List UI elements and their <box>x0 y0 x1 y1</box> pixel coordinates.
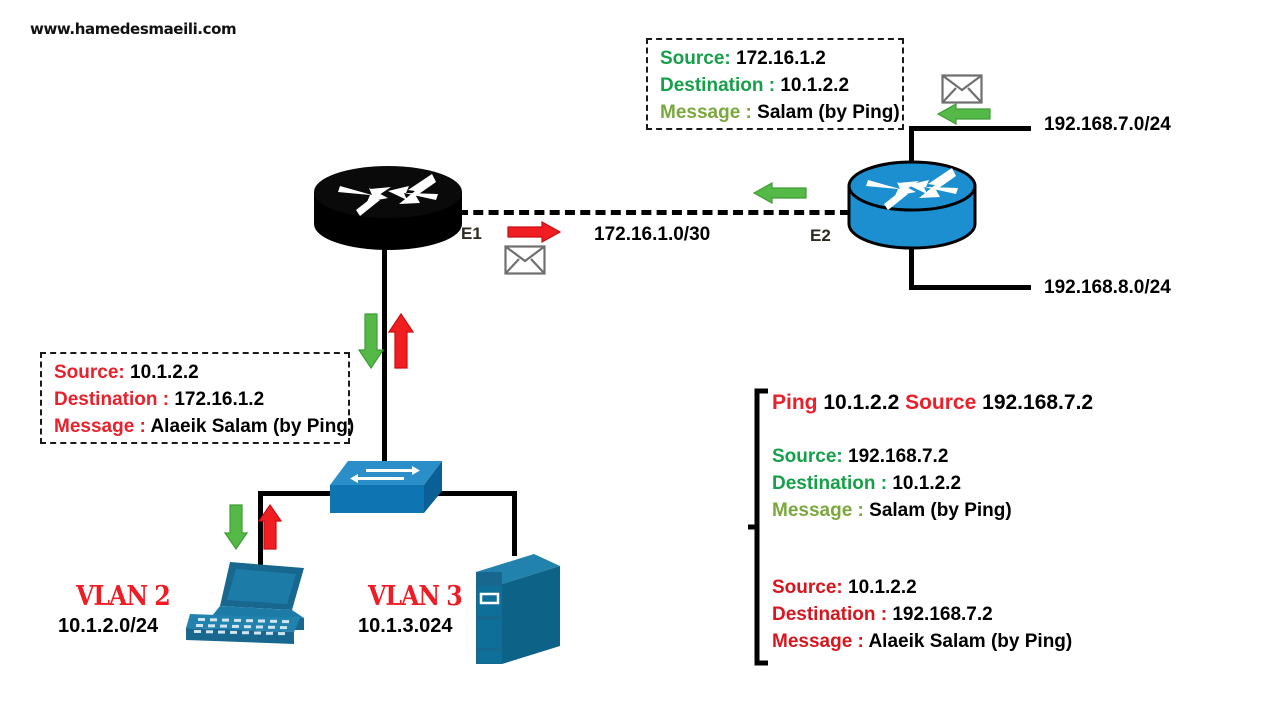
flow-arrow-red-trunk <box>387 312 415 370</box>
packet-row-destination: Destination : 10.1.2.2 <box>660 73 890 100</box>
ping-heading-keyword: Ping <box>772 391 818 414</box>
packet-row-value: Salam (by Ping) <box>869 499 1012 521</box>
flow-arrow-red-access <box>257 503 283 551</box>
network-diagram-canvas: www.hamedesmaeili.com E1 E2 172.16.1.0/3… <box>0 0 1280 720</box>
blue-router-icon <box>847 160 977 250</box>
access-switch[interactable] <box>326 455 446 527</box>
packet-row-message: Message : Salam (by Ping) <box>660 100 900 127</box>
ping-heading-source-keyword: Source <box>905 391 977 414</box>
packet-row-label: Message : <box>660 101 752 123</box>
arrow-right-red <box>507 220 562 244</box>
packet-row-label: Source: <box>772 445 843 467</box>
server-icon <box>476 554 560 664</box>
arrow-down-green <box>223 504 249 551</box>
packet-row-source: Source: 192.168.7.2 <box>772 444 1102 471</box>
packet-row-value: 10.1.2.2 <box>892 472 962 494</box>
ping-detail-bracket <box>748 388 770 666</box>
vlan2-title: VLAN 2 <box>76 581 171 612</box>
packet-row-value: 172.16.1.2 <box>736 48 826 69</box>
server-host[interactable] <box>472 550 564 668</box>
flow-arrow-red-e1 <box>506 220 562 244</box>
ping-detail-panel: Ping 10.1.2.2 Source 192.168.7.2 Source:… <box>772 388 1102 656</box>
ping-reply-block: Source: 10.1.2.2 Destination : 192.168.7… <box>772 575 1102 656</box>
packet-row-destination: Destination : 10.1.2.2 <box>772 471 1102 498</box>
packet-row-destination: Destination : 192.168.7.2 <box>772 602 1102 629</box>
left-packet-box: Source: 10.1.2.2 Destination : 172.16.1.… <box>40 352 354 444</box>
packet-row-label: Source: <box>660 48 731 69</box>
interface-label-e2: E2 <box>810 226 831 245</box>
net-lower-label: 192.168.8.0/24 <box>1044 277 1171 298</box>
black-router[interactable] <box>312 162 464 254</box>
packet-row-value: 172.16.1.2 <box>174 388 265 410</box>
link-switch-to-laptop-h <box>258 491 336 496</box>
packet-row-label: Destination : <box>660 74 776 96</box>
flow-arrow-green-wan <box>936 102 992 126</box>
packet-row-label: Destination : <box>772 472 888 494</box>
envelope-glyph <box>504 245 546 275</box>
envelope-icon-wan <box>941 74 983 104</box>
vlan3-subnet: 10.1.3.024 <box>358 615 453 637</box>
ping-heading-target: 10.1.2.2 <box>823 391 900 414</box>
black-router-icon <box>314 166 462 250</box>
packet-row-source: Source: 172.16.1.2 <box>660 46 890 73</box>
packet-row-source: Source: 10.1.2.2 <box>772 575 1102 602</box>
packet-row-value: 10.1.2.2 <box>130 362 199 383</box>
wan-link-label: 172.16.1.0/30 <box>594 224 711 245</box>
vlan3-title: VLAN 3 <box>368 581 463 612</box>
top-packet-box: Source: 172.16.1.2 Destination : 10.1.2.… <box>646 38 904 130</box>
link-bluerouter-up-h <box>909 126 1031 131</box>
ping-heading-source-value: 192.168.7.2 <box>982 391 1094 414</box>
blue-router[interactable] <box>846 158 978 254</box>
arrow-left-green <box>936 102 991 126</box>
packet-row-destination: Destination : 172.16.1.2 <box>54 387 336 414</box>
packet-row-message: Message : Salam (by Ping) <box>772 498 1102 525</box>
ping-heading: Ping 10.1.2.2 Source 192.168.7.2 <box>772 388 1102 418</box>
packet-row-value: 10.1.2.2 <box>848 576 917 598</box>
packet-row-label: Source: <box>772 576 843 598</box>
net-upper-label: 192.168.7.0/24 <box>1044 114 1171 135</box>
packet-row-source: Source: 10.1.2.2 <box>54 360 336 387</box>
packet-row-value: 192.168.7.2 <box>848 445 949 467</box>
envelope-glyph <box>941 74 983 104</box>
laptop-icon <box>186 562 304 644</box>
switch-icon <box>330 461 442 513</box>
wan-dashed-link <box>458 210 850 215</box>
site-watermark: www.hamedesmaeili.com <box>30 20 237 38</box>
packet-row-label: Message : <box>772 499 864 521</box>
arrow-up-red <box>257 503 283 550</box>
envelope-icon-edge <box>504 245 546 275</box>
bracket-glyph <box>748 388 768 666</box>
packet-row-label: Destination : <box>772 603 888 625</box>
link-bluerouter-down-h <box>909 285 1031 290</box>
packet-row-value: 10.1.2.2 <box>780 74 850 96</box>
flow-arrow-green-trunk <box>357 312 385 370</box>
link-switch-to-server-v <box>512 491 517 556</box>
arrow-left-green <box>752 181 807 205</box>
packet-row-label: Destination : <box>54 388 170 410</box>
arrow-up-red <box>387 312 415 369</box>
interface-label-e1: E1 <box>461 224 482 243</box>
flow-arrow-green-edge <box>752 181 808 205</box>
packet-row-value: Salam (by Ping) <box>757 101 900 123</box>
laptop-host[interactable] <box>182 558 310 658</box>
vlan2-subnet: 10.1.2.0/24 <box>58 615 159 637</box>
packet-row-value: 192.168.7.2 <box>892 603 993 625</box>
flow-arrow-green-access <box>223 503 249 551</box>
packet-row-value: Alaeik Salam (by Ping) <box>150 415 355 437</box>
link-switch-to-server-h <box>434 491 516 496</box>
arrow-down-green <box>357 313 385 370</box>
ping-request-block: Source: 192.168.7.2 Destination : 10.1.2… <box>772 444 1102 525</box>
packet-row-label: Message : <box>772 630 864 652</box>
packet-row-label: Message : <box>54 415 146 437</box>
packet-row-value: Alaeik Salam (by Ping) <box>868 630 1073 652</box>
packet-row-label: Source: <box>54 362 125 383</box>
packet-row-message: Message : Alaeik Salam (by Ping) <box>772 629 1102 656</box>
packet-row-message: Message : Alaeik Salam (by Ping) <box>54 414 354 441</box>
